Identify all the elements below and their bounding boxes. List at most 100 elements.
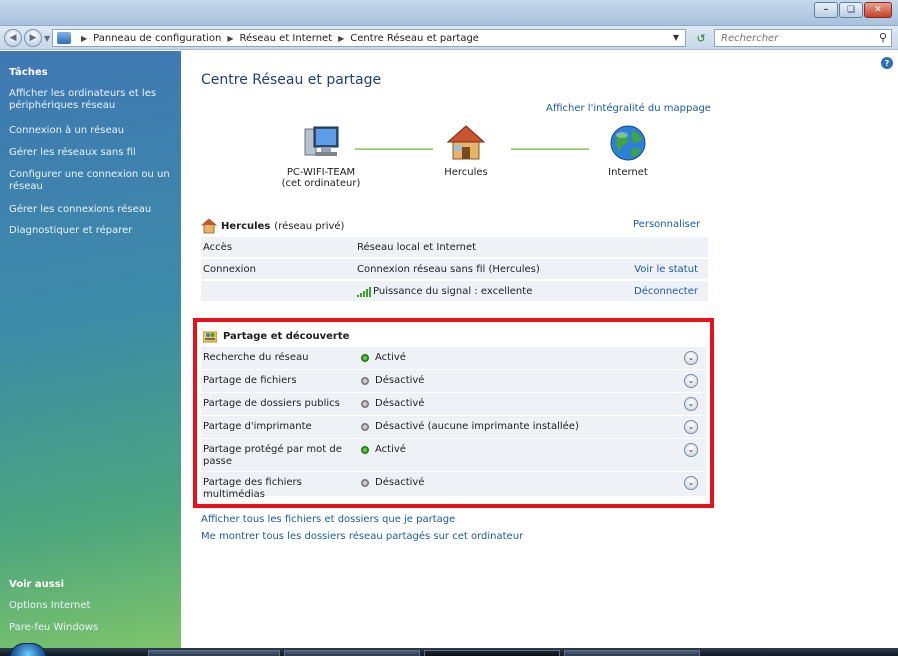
chevron-down-icon: ⌄: [687, 376, 695, 385]
full-map-link[interactable]: Afficher l'intégralité du mappage: [546, 103, 711, 114]
expand-button[interactable]: ⌄: [684, 420, 698, 434]
row-status: Désactivé: [361, 375, 424, 386]
control-panel-icon: [57, 32, 71, 44]
customize-link[interactable]: Personnaliser: [633, 219, 700, 230]
sharing-row-password-protected[interactable]: Partage protégé par mot de passe Activé …: [201, 439, 706, 471]
taskbar-item[interactable]: [148, 650, 280, 656]
sharing-row-file-sharing[interactable]: Partage de fichiers Désactivé ⌄: [201, 370, 706, 392]
chevron-down-icon: ⌄: [687, 353, 695, 362]
refresh-icon[interactable]: ↺: [690, 29, 712, 47]
history-dropdown-icon[interactable]: ▼: [44, 34, 50, 43]
sidebar-link-firewall[interactable]: Pare-feu Windows: [9, 622, 175, 634]
sidebar-link-wireless[interactable]: Gérer les réseaux sans fil: [9, 147, 175, 159]
sharing-row-media[interactable]: Partage des fichiers multimédias Désacti…: [201, 472, 706, 500]
sharing-icon: [203, 331, 217, 343]
disconnect-link[interactable]: Déconnecter: [634, 286, 698, 297]
taskbar-item[interactable]: [284, 650, 420, 656]
map-node-internet[interactable]: Internet: [573, 123, 683, 178]
see-also-heading: Voir aussi: [9, 579, 65, 590]
expand-button[interactable]: ⌄: [684, 443, 698, 457]
breadcrumb-network-center[interactable]: Centre Réseau et partage: [350, 33, 479, 44]
status-off-icon: [361, 399, 369, 408]
help-icon[interactable]: ?: [881, 57, 893, 69]
expand-button[interactable]: ⌄: [684, 397, 698, 411]
sharing-discovery-panel: Partage et découverte Recherche du résea…: [193, 318, 714, 508]
house-icon: [201, 218, 217, 234]
sharing-row-network-discovery[interactable]: Recherche du réseau Activé ⌄: [201, 347, 706, 369]
sidebar-link-view-computers[interactable]: Afficher les ordinateurs et les périphér…: [9, 88, 175, 112]
row-label: Accès: [203, 242, 233, 253]
internet-label: Internet: [608, 167, 648, 178]
taskbar-item[interactable]: [564, 650, 700, 656]
breadcrumb-separator-icon[interactable]: ▶: [227, 34, 233, 43]
tasks-heading: Tâches: [9, 67, 48, 78]
address-field[interactable]: ▶ Panneau de configuration ▶ Réseau et I…: [52, 29, 686, 47]
network-type: (réseau privé): [274, 220, 345, 232]
maximize-icon: ❏: [846, 5, 856, 15]
sidebar-link-manage-connections[interactable]: Gérer les connexions réseau: [9, 204, 175, 216]
sidebar-link-setup-connection[interactable]: Configurer une connexion ou un réseau: [9, 169, 175, 193]
status-text: Désactivé: [375, 398, 425, 409]
map-node-computer[interactable]: PC-WIFI-TEAM (cet ordinateur): [266, 123, 376, 189]
address-dropdown-icon[interactable]: ▼: [673, 33, 679, 42]
row-label: Connexion: [203, 264, 256, 275]
sidebar-link-connect[interactable]: Connexion à un réseau: [9, 125, 175, 137]
forward-button[interactable]: ▶: [24, 29, 42, 47]
status-text: Activé: [375, 444, 406, 455]
chevron-down-icon: ⌄: [687, 399, 695, 408]
task-pane: Tâches Afficher les ordinateurs et les p…: [0, 51, 181, 648]
show-shared-folders-link[interactable]: Me montrer tous les dossiers réseau part…: [201, 531, 523, 542]
chevron-down-icon: ⌄: [687, 445, 695, 454]
sidebar-link-internet-options[interactable]: Options Internet: [9, 600, 175, 612]
page-title: Centre Réseau et partage: [201, 72, 382, 88]
taskbar-item-active[interactable]: [424, 650, 560, 656]
signal-strength-icon: [357, 286, 371, 297]
network-row-signal: Puissance du signal : excellente Déconne…: [201, 280, 708, 301]
row-label: Recherche du réseau: [203, 352, 309, 363]
maximize-button[interactable]: ❏: [839, 2, 863, 18]
search-icon[interactable]: ⚲: [879, 31, 887, 44]
window-titlebar: – ❏ ✕: [0, 0, 898, 26]
expand-button[interactable]: ⌄: [684, 476, 698, 490]
search-input[interactable]: [721, 32, 871, 44]
close-button[interactable]: ✕: [864, 2, 892, 18]
row-label: Partage des fichiers multimédias: [203, 477, 302, 500]
breadcrumb-control-panel[interactable]: Panneau de configuration: [93, 33, 221, 44]
row-status: Activé: [361, 352, 406, 363]
network-row-access: Accès Réseau local et Internet: [201, 236, 708, 257]
view-status-link[interactable]: Voir le statut: [634, 264, 698, 275]
sharing-row-public-folder[interactable]: Partage de dossiers publics Désactivé ⌄: [201, 393, 706, 415]
breadcrumb-separator-icon[interactable]: ▶: [338, 34, 344, 43]
network-header: Hercules (réseau privé): [201, 217, 708, 235]
network-name: Hercules: [221, 220, 271, 232]
map-node-network[interactable]: Hercules: [411, 123, 521, 178]
close-icon: ✕: [874, 5, 882, 15]
signal-strength-text: Puissance du signal : excellente: [373, 286, 533, 297]
computer-subtitle: (cet ordinateur): [281, 178, 361, 189]
row-label: Partage protégé par mot de passe: [203, 444, 342, 467]
show-shared-files-link[interactable]: Afficher tous les fichiers et dossiers q…: [201, 514, 455, 525]
search-box[interactable]: ⚲: [714, 29, 892, 47]
computer-name: PC-WIFI-TEAM: [286, 167, 356, 178]
minimize-button[interactable]: –: [814, 2, 838, 18]
row-label: Partage de fichiers: [203, 375, 297, 386]
row-value: Réseau local et Internet: [357, 242, 477, 253]
expand-button[interactable]: ⌄: [684, 374, 698, 388]
breadcrumb-separator-icon: ▶: [81, 33, 88, 43]
window-controls: – ❏ ✕: [814, 2, 892, 18]
expand-button[interactable]: ⌄: [684, 351, 698, 365]
row-status: Désactivé: [361, 477, 424, 488]
forward-arrow-icon: ▶: [29, 33, 37, 43]
status-text: Désactivé: [375, 375, 425, 386]
status-off-icon: [361, 478, 369, 487]
row-label: Partage d'imprimante: [203, 421, 312, 432]
sidebar-link-diagnose[interactable]: Diagnostiquer et réparer: [9, 225, 175, 237]
breadcrumb-network-internet[interactable]: Réseau et Internet: [240, 33, 333, 44]
sharing-row-printer[interactable]: Partage d'imprimante Désactivé (aucune i…: [201, 416, 706, 438]
chevron-down-icon: ⌄: [687, 478, 695, 487]
status-on-icon: [361, 445, 369, 454]
sharing-title: Partage et découverte: [223, 330, 350, 342]
status-text: Activé: [375, 352, 406, 363]
status-on-icon: [361, 353, 369, 362]
back-button[interactable]: ◀: [4, 29, 22, 47]
